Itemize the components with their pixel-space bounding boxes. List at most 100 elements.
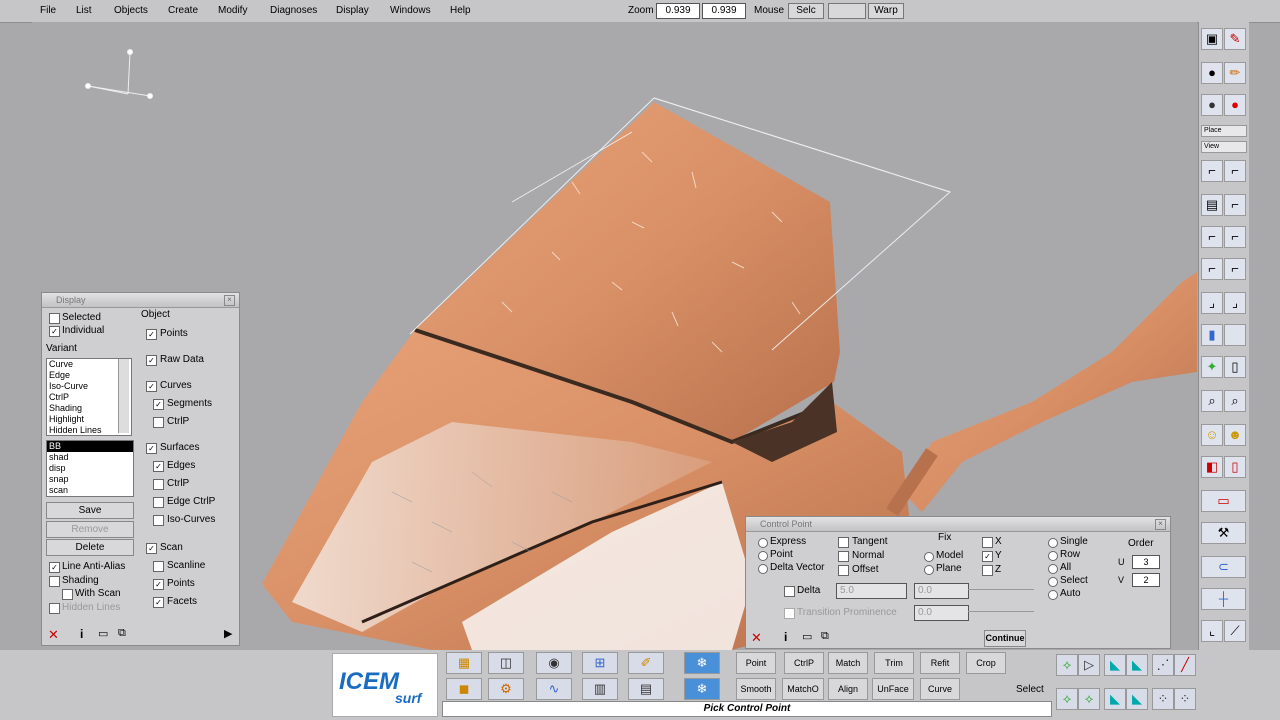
- smiley-icon[interactable]: ☺: [1201, 424, 1223, 446]
- view-bottom-icon[interactable]: ⌟: [1201, 292, 1223, 314]
- pencil-icon[interactable]: ✐: [628, 652, 664, 674]
- scan-checkbox[interactable]: ✓: [146, 543, 157, 554]
- segments-checkbox[interactable]: ✓: [153, 399, 164, 410]
- refit-button[interactable]: Refit: [920, 652, 960, 674]
- mesh-3-icon[interactable]: ⟡: [1078, 688, 1100, 710]
- list-item[interactable]: shad: [47, 452, 133, 463]
- corner-icon[interactable]: ⌞: [1201, 620, 1223, 642]
- x-checkbox[interactable]: [982, 537, 993, 548]
- warp-button[interactable]: Warp: [868, 3, 904, 19]
- list-item[interactable]: scan: [47, 485, 133, 496]
- scanline-checkbox[interactable]: [153, 561, 164, 572]
- surface-3-icon[interactable]: ◣: [1104, 688, 1126, 710]
- points-grid-icon[interactable]: ⁘: [1152, 688, 1174, 710]
- zoom-field-1[interactable]: 0.939: [656, 3, 700, 19]
- stack-icon[interactable]: ⧉: [118, 627, 126, 640]
- transition-checkbox[interactable]: [784, 608, 795, 619]
- curve-tool-icon[interactable]: ⊂: [1201, 556, 1246, 578]
- view-back-icon[interactable]: ⌐: [1224, 226, 1246, 248]
- pick-icon[interactable]: ✎: [1224, 28, 1246, 50]
- facets-checkbox[interactable]: ✓: [153, 597, 164, 608]
- smooth-button[interactable]: Smooth: [736, 678, 776, 700]
- eye-icon[interactable]: ◉: [536, 652, 572, 674]
- list-item[interactable]: disp: [47, 463, 133, 474]
- selc-button[interactable]: Selc: [788, 3, 824, 19]
- view-top-icon[interactable]: ⌐: [1224, 194, 1246, 216]
- select-radio[interactable]: [1048, 577, 1058, 587]
- window-icon[interactable]: ▭: [802, 630, 812, 643]
- line-icon[interactable]: ╱: [1174, 654, 1196, 676]
- mode-list[interactable]: BB shad disp snap scan: [46, 440, 134, 497]
- points-grid-2-icon[interactable]: ⁘: [1174, 688, 1196, 710]
- brush-icon[interactable]: ✏: [1224, 62, 1246, 84]
- u-order-stepper[interactable]: 3: [1132, 555, 1160, 569]
- snowflake-icon[interactable]: ❄: [684, 652, 720, 674]
- face-icon[interactable]: ☻: [1224, 424, 1246, 446]
- box-icon[interactable]: ▮: [1201, 324, 1223, 346]
- curve-ctrlp-checkbox[interactable]: [153, 417, 164, 428]
- zoom-out-icon[interactable]: ⌕: [1201, 390, 1223, 412]
- red-sphere-icon[interactable]: ●: [1224, 94, 1246, 116]
- iso-curves-checkbox[interactable]: [153, 515, 164, 526]
- auto-radio[interactable]: [1048, 590, 1058, 600]
- remove-button[interactable]: Remove: [46, 521, 134, 538]
- view-side-icon[interactable]: ⌐: [1224, 160, 1246, 182]
- view-left-icon[interactable]: ⌐: [1201, 258, 1223, 280]
- surfaces-checkbox[interactable]: ✓: [146, 443, 157, 454]
- cube-icon[interactable]: ◫: [488, 652, 524, 674]
- place-select[interactable]: Place: [1201, 125, 1247, 137]
- slope-icon[interactable]: ⟋: [1224, 620, 1246, 642]
- delta-vector-radio[interactable]: [758, 564, 768, 574]
- box-yellow-icon[interactable]: ◼: [446, 678, 482, 700]
- list-item[interactable]: BB: [47, 441, 133, 452]
- surface-4-icon[interactable]: ◣: [1126, 688, 1148, 710]
- ctrlp-button[interactable]: CtrlP: [784, 652, 824, 674]
- curve-button[interactable]: Curve: [920, 678, 960, 700]
- edge-ctrlp-checkbox[interactable]: [153, 497, 164, 508]
- menu-list[interactable]: List: [76, 5, 92, 16]
- delta-field-2[interactable]: 0.0: [914, 583, 969, 599]
- info-icon[interactable]: i: [784, 630, 787, 644]
- menu-modify[interactable]: Modify: [218, 5, 247, 16]
- z-checkbox[interactable]: [982, 565, 993, 576]
- arrow-icon[interactable]: ▷: [1078, 654, 1100, 676]
- menu-display[interactable]: Display: [336, 5, 369, 16]
- blank-icon[interactable]: [1224, 324, 1246, 346]
- express-radio[interactable]: [758, 538, 768, 548]
- view-right-icon[interactable]: ⌐: [1224, 258, 1246, 280]
- surface-2-icon[interactable]: ◣: [1126, 654, 1148, 676]
- plane-radio[interactable]: [924, 565, 934, 575]
- layer-icon[interactable]: ◧: [1201, 456, 1223, 478]
- abc-icon[interactable]: ▤: [628, 678, 664, 700]
- row-radio[interactable]: [1048, 551, 1058, 561]
- trim-button[interactable]: Trim: [874, 652, 914, 674]
- monitor-icon[interactable]: ▣: [1201, 28, 1223, 50]
- variant-list-scrollbar[interactable]: [118, 359, 129, 433]
- raw-data-checkbox[interactable]: ✓: [146, 355, 157, 366]
- tangent-checkbox[interactable]: [838, 537, 849, 548]
- individual-checkbox[interactable]: ✓: [49, 326, 60, 337]
- crop-button[interactable]: Crop: [966, 652, 1006, 674]
- edges-checkbox[interactable]: ✓: [153, 461, 164, 472]
- point-button[interactable]: Point: [736, 652, 776, 674]
- cancel-icon[interactable]: ✕: [48, 627, 59, 643]
- normal-checkbox[interactable]: [838, 551, 849, 562]
- stack-icon[interactable]: ⧉: [821, 630, 829, 643]
- cylinder-icon[interactable]: ▯: [1224, 356, 1246, 378]
- mesh-2-icon[interactable]: ⟡: [1056, 688, 1078, 710]
- axis-tool-icon[interactable]: ┼: [1201, 588, 1246, 610]
- dotted-line-icon[interactable]: ⋰: [1152, 654, 1174, 676]
- shading-checkbox[interactable]: [49, 576, 60, 587]
- line-anti-alias-checkbox[interactable]: ✓: [49, 562, 60, 573]
- menu-diagnoses[interactable]: Diagnoses: [270, 5, 317, 16]
- info-icon[interactable]: i: [80, 627, 83, 641]
- y-checkbox[interactable]: ✓: [982, 551, 993, 562]
- transition-slider[interactable]: [968, 611, 1034, 612]
- align-button[interactable]: Align: [828, 678, 868, 700]
- view-select[interactable]: View: [1201, 141, 1247, 153]
- menu-windows[interactable]: Windows: [390, 5, 431, 16]
- with-scan-checkbox[interactable]: [62, 589, 73, 600]
- surface-ctrlp-checkbox[interactable]: [153, 479, 164, 490]
- offset-checkbox[interactable]: [838, 565, 849, 576]
- continue-button[interactable]: Continue: [984, 630, 1026, 647]
